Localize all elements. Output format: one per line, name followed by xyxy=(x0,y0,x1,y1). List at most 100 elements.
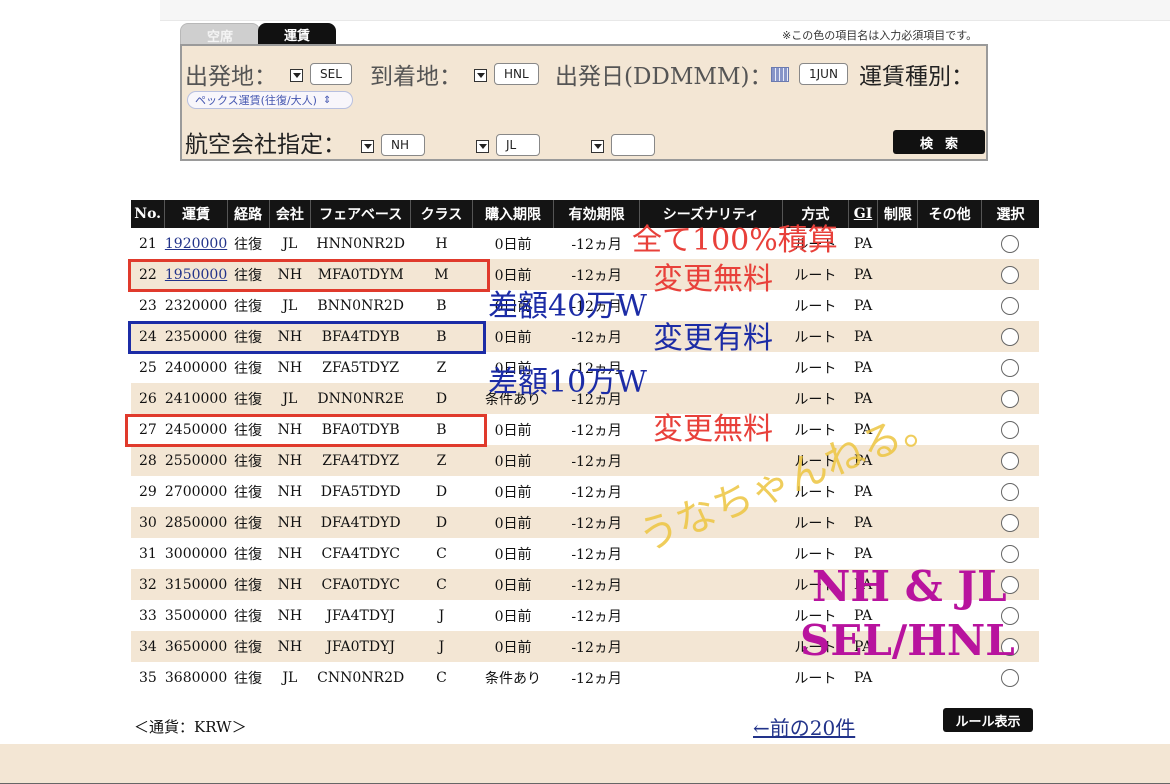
row-no: 35 xyxy=(139,669,157,686)
annotation-airlines: NH & JL xyxy=(812,562,1007,611)
select-radio[interactable] xyxy=(1001,234,1020,253)
row-no: 28 xyxy=(131,445,165,476)
row-no: 34 xyxy=(131,631,165,662)
row-validity: -12ヵ月 xyxy=(571,484,622,501)
row-select xyxy=(981,321,1039,352)
col-fare: 運賃 xyxy=(164,200,228,228)
annotation-change-free-2: 変更無料 xyxy=(653,412,773,447)
row-method: ルート xyxy=(794,298,837,315)
row-purchase: 0日前 xyxy=(472,569,554,600)
col-gi[interactable]: GI xyxy=(848,200,879,228)
row-select xyxy=(981,507,1039,538)
origin-dropdown-icon[interactable] xyxy=(290,69,303,82)
select-radio[interactable] xyxy=(1001,265,1020,284)
date-input[interactable]: 1JUN xyxy=(799,63,848,85)
row-restriction xyxy=(878,476,918,507)
select-radio[interactable] xyxy=(1001,327,1020,346)
select-radio[interactable] xyxy=(1001,358,1020,377)
date-label: 出発日(DDMMM)： xyxy=(555,64,773,90)
row-purchase: 0日前 xyxy=(494,236,532,253)
required-note: ※この色の項目名は入力必須項目です。 xyxy=(782,29,978,42)
tab-seat-availability[interactable]: 空席 xyxy=(180,23,260,46)
annotation-all-mileage: 全て100%積算 xyxy=(632,223,838,258)
row-class: D xyxy=(410,507,473,538)
row-restriction xyxy=(878,228,918,259)
fare-type-select[interactable]: ペックス運賃(往復/大人) ⇕ xyxy=(187,91,353,109)
airline-3-input[interactable] xyxy=(611,134,655,156)
row-class: H xyxy=(435,235,448,252)
row-fare-basis: JFA4TDYJ xyxy=(326,607,395,624)
table-row: 21 1920000 往復 JL HNN0NR2D H 0日前 -12ヵ月 ルート PA xyxy=(131,228,1039,259)
row-validity: -12ヵ月 xyxy=(553,259,640,290)
col-other: その他 xyxy=(917,200,982,228)
row-fare: 3650000 xyxy=(164,631,228,662)
select-radio[interactable] xyxy=(1001,482,1020,501)
row-fare-basis: CFA0TDYC xyxy=(310,569,411,600)
annotation-change-free-1: 変更無料 xyxy=(653,262,773,297)
calendar-icon[interactable] xyxy=(771,67,789,82)
row-airline: JL xyxy=(282,235,298,252)
row-purchase: 0日前 xyxy=(494,546,532,563)
show-rules-button[interactable]: ルール表示 xyxy=(943,708,1033,732)
row-fare-basis: ZFA4TDYZ xyxy=(310,445,411,476)
select-radio[interactable] xyxy=(1001,513,1020,532)
origin-label: 出発地： xyxy=(185,64,277,90)
select-radio[interactable] xyxy=(1001,668,1020,687)
row-season xyxy=(639,631,783,662)
destination-input[interactable]: HNL xyxy=(494,63,539,85)
select-radio[interactable] xyxy=(1001,389,1020,408)
airline-2-dropdown-icon[interactable] xyxy=(476,140,489,153)
row-season xyxy=(639,352,782,383)
fare-link[interactable]: 1920000 xyxy=(165,236,227,252)
row-route: 往復 xyxy=(234,298,263,315)
row-validity: -12ヵ月 xyxy=(553,507,640,538)
row-method: ルート xyxy=(782,321,849,352)
tab-fares[interactable]: 運賃 xyxy=(258,23,336,45)
row-other xyxy=(918,476,982,507)
row-airline: NH xyxy=(277,359,303,376)
annotation-change-fee: 変更有料 xyxy=(653,321,773,356)
row-purchase: 0日前 xyxy=(494,484,532,501)
previous-20-link[interactable]: ←前の20件 xyxy=(753,712,855,741)
row-restriction xyxy=(878,290,918,321)
airline-3-dropdown-icon[interactable] xyxy=(591,140,604,153)
airline-2-input[interactable]: JL xyxy=(496,134,540,156)
row-gi: PA xyxy=(853,297,873,314)
airline-label: 航空会社指定： xyxy=(185,132,346,158)
select-radio[interactable] xyxy=(1001,451,1020,470)
table-row: 29 2700000 往復 NH DFA5TDYD D 0日前 -12ヵ月 ルート PA xyxy=(131,476,1039,507)
select-radio[interactable] xyxy=(1001,296,1020,315)
row-other xyxy=(917,259,982,290)
annotation-diff-400k: 差額40万W xyxy=(488,289,648,324)
select-radio[interactable] xyxy=(1001,420,1020,439)
highlight-box-row-22 xyxy=(128,259,490,292)
row-fare: 2550000 xyxy=(164,445,228,476)
row-fare: 3500000 xyxy=(164,607,228,624)
row-season xyxy=(639,569,783,600)
row-class: C xyxy=(436,669,447,686)
row-restriction xyxy=(877,507,918,538)
row-no: 21 xyxy=(139,235,157,252)
row-gi: PA xyxy=(853,235,873,252)
table-row: 30 2850000 往復 NH DFA4TDYD D 0日前 -12ヵ月 ルート PA xyxy=(131,507,1039,538)
row-select xyxy=(981,662,1039,693)
row-airline: NH xyxy=(277,545,303,562)
row-route: 往復 xyxy=(234,236,263,253)
col-airline: 会社 xyxy=(269,200,312,228)
destination-dropdown-icon[interactable] xyxy=(474,69,487,82)
row-airline: NH xyxy=(277,607,303,624)
row-fare: 2850000 xyxy=(164,507,228,538)
select-radio[interactable] xyxy=(1001,544,1020,563)
search-button[interactable]: 検索 xyxy=(893,130,985,154)
row-route: 往復 xyxy=(234,484,263,501)
row-method: ルート xyxy=(782,383,849,414)
highlight-box-row-24 xyxy=(128,321,486,354)
row-select xyxy=(981,259,1039,290)
origin-input[interactable]: SEL xyxy=(310,63,352,85)
col-route: 経路 xyxy=(227,200,270,228)
footer-bar xyxy=(0,744,1170,784)
row-validity: -12ヵ月 xyxy=(553,445,640,476)
row-method: ルート xyxy=(782,507,849,538)
airline-1-dropdown-icon[interactable] xyxy=(361,140,374,153)
airline-1-input[interactable]: NH xyxy=(381,134,425,156)
